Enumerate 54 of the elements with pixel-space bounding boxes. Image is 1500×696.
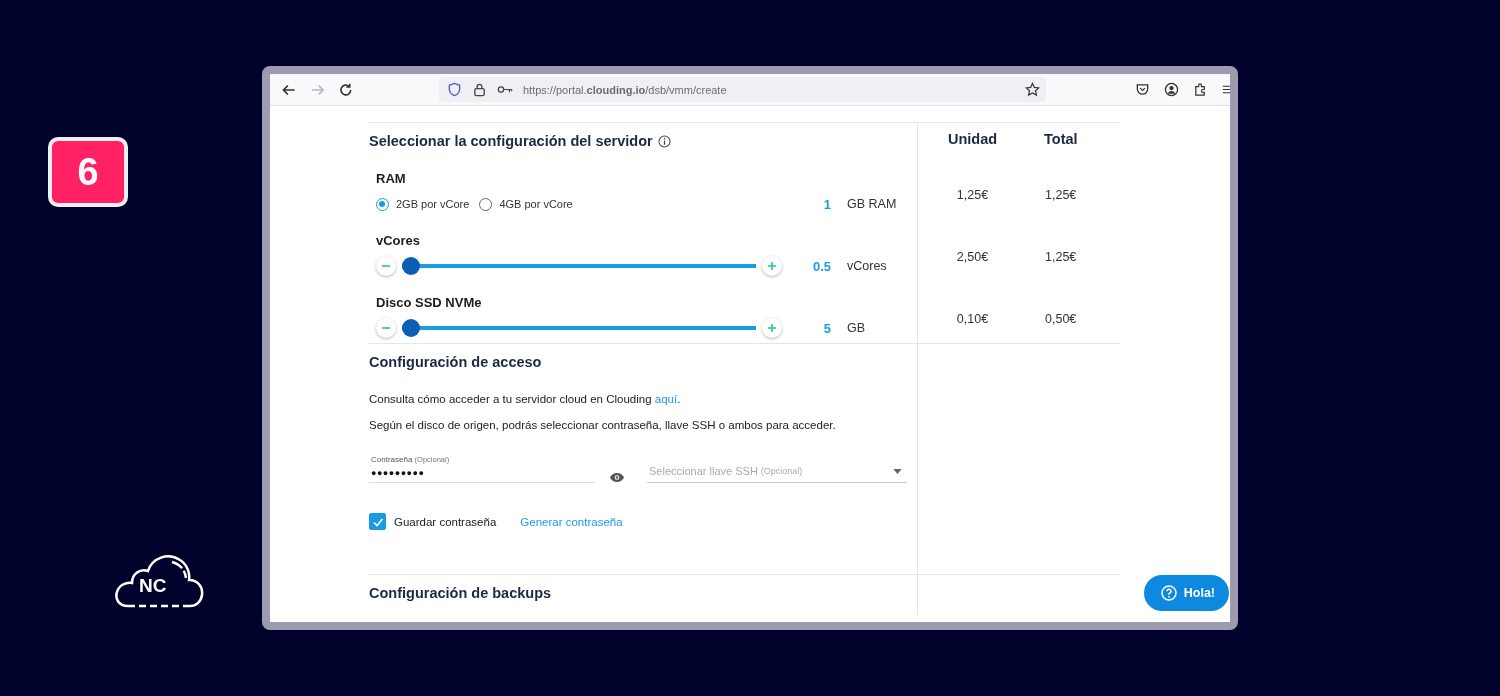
reload-icon[interactable] bbox=[338, 81, 354, 98]
total-price: 0,50€ bbox=[1045, 312, 1077, 326]
checkbox[interactable] bbox=[369, 513, 386, 530]
quantity-value: 0.5 bbox=[811, 258, 831, 274]
key-icon bbox=[496, 84, 513, 95]
resource-label: vCores bbox=[376, 233, 422, 248]
radio-option[interactable]: 4GB por vCore bbox=[479, 197, 573, 211]
resource-label: RAM bbox=[376, 171, 407, 186]
radio-label: 4GB por vCore bbox=[499, 198, 573, 210]
slider-thumb[interactable] bbox=[402, 257, 420, 275]
unit-price: 1,25€ bbox=[956, 188, 989, 202]
resource-label: Disco SSD NVMe bbox=[376, 295, 483, 310]
slider-thumb[interactable] bbox=[402, 319, 420, 337]
quantity-value: 1 bbox=[822, 196, 831, 212]
section-title: Seleccionar la configuración del servidor bbox=[369, 133, 653, 149]
radio-label: 2GB por vCore bbox=[396, 198, 470, 210]
unit-label: GB bbox=[847, 321, 866, 335]
star-icon[interactable] bbox=[1025, 82, 1040, 97]
plus-icon bbox=[767, 323, 777, 333]
total-price: 1,25€ bbox=[1045, 188, 1077, 202]
lock-icon bbox=[471, 82, 487, 97]
shield-icon bbox=[446, 82, 462, 97]
unit-price: 2,50€ bbox=[956, 250, 989, 264]
total-price: 1,25€ bbox=[1045, 250, 1077, 264]
column-header: Total bbox=[1043, 130, 1079, 147]
plus-icon bbox=[767, 261, 777, 271]
password-field[interactable]: ●●●●●●●●● bbox=[369, 464, 595, 483]
help-text: Consulta cómo acceder a tu servidor cloud en Clouding aquí. bbox=[369, 393, 682, 405]
caret-icon bbox=[893, 468, 902, 474]
save-password-checkbox[interactable]: Guardar contraseña bbox=[369, 513, 497, 530]
quantity-value: 5 bbox=[822, 320, 831, 336]
section-title: Configuración de acceso bbox=[369, 354, 542, 370]
help-link[interactable]: aquí bbox=[654, 393, 678, 405]
section-title: Configuración de backups bbox=[369, 585, 552, 601]
info-icon[interactable] bbox=[657, 134, 671, 148]
access-note: Según el disco de origen, podrás seleccionar contraseña, llave SSH o ambos para acceder. bbox=[369, 419, 837, 431]
unit-label: vCores bbox=[847, 259, 887, 273]
radio-option[interactable]: 2GB por vCore bbox=[376, 197, 470, 211]
checkbox-label: Guardar contraseña bbox=[394, 515, 497, 528]
url-text: https://portal.clouding.io/dsb/vmm/create bbox=[522, 83, 728, 96]
column-header: Unidad bbox=[946, 130, 999, 147]
address-bar[interactable]: https://portal.clouding.io/dsb/vmm/create bbox=[438, 77, 1046, 102]
unit-label: GB RAM bbox=[847, 197, 897, 211]
cloud-icon bbox=[114, 552, 204, 608]
step-badge: 6 bbox=[48, 137, 128, 207]
help-icon bbox=[1160, 585, 1177, 601]
logo-text: NC bbox=[139, 576, 167, 595]
generate-password-link[interactable]: Generar contraseña bbox=[520, 515, 623, 528]
eye-icon[interactable] bbox=[609, 472, 625, 483]
help-chat-button[interactable]: Hola! bbox=[1143, 575, 1229, 611]
extensions-icon[interactable] bbox=[1193, 82, 1208, 97]
pocket-icon[interactable] bbox=[1135, 82, 1150, 97]
unit-price: 0,10€ bbox=[956, 312, 989, 326]
account-icon[interactable] bbox=[1164, 82, 1179, 97]
